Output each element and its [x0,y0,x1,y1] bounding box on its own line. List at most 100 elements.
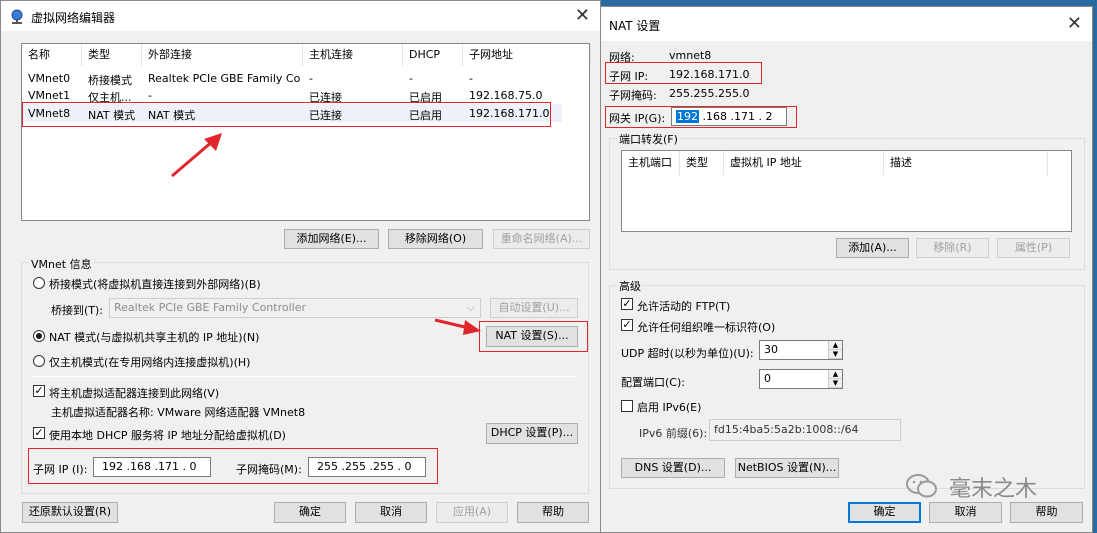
cell-external: - [148,89,152,102]
subnet-ip-label: 子网 IP (I): [33,463,88,476]
wechat-icon [905,472,939,503]
subnet-mask-field[interactable]: 255 .255 .255 . 0 [308,457,426,477]
allow-ftp-checkbox[interactable]: ✓ [621,298,633,310]
host-only-label[interactable]: 仅主机模式(在专用网络内连接虚拟机)(H) [49,354,250,370]
apply-button[interactable]: 应用(A) [436,502,508,523]
ipv6-prefix-label: IPv6 前缀(6): [639,427,708,440]
network-label: 网络: [609,51,635,64]
enable-ipv6-label[interactable]: 启用 IPv6(E) [637,399,701,415]
divider [31,376,577,377]
table-row[interactable]: VMnet0 桥接模式 Realtek PCIe GBE Family Co..… [22,70,589,87]
cell-subnet: 192.168.75.0 [469,89,543,102]
cell-host: 已连接 [309,109,342,122]
column-header-type[interactable]: 类型 [680,151,724,175]
network-app-icon [9,9,25,28]
column-header-type[interactable]: 类型 [82,44,142,66]
gateway-label: 网关 IP(G): [609,112,666,125]
allow-uid-checkbox[interactable]: ✓ [621,319,633,331]
gateway-ip-field[interactable]: 192 .168 .171 . 2 [671,107,787,126]
restore-defaults-button[interactable]: 还原默认设置(R) [22,502,118,523]
use-dhcp-checkbox[interactable]: ✓ [33,427,45,439]
nat-settings-button[interactable]: NAT 设置(S)... [486,326,578,347]
adapter-name-text: 主机虚拟适配器名称: VMware 网络适配器 VMnet8 [51,406,306,419]
properties-button[interactable]: 属性(P) [997,238,1070,258]
column-header-description[interactable]: 描述 [884,151,1048,175]
cancel-button[interactable]: 取消 [355,502,427,523]
host-only-radio[interactable] [33,355,45,367]
cell-subnet: 192.168.171.0 [469,107,550,120]
ipv6-prefix-field[interactable]: fd15:4ba5:5a2b:1008::/64 [709,419,901,441]
subnet-mask-value: 255.255.255.0 [669,87,750,100]
virtual-network-editor-window: 虚拟网络编辑器 ✕ 名称 类型 外部连接 主机连接 DHCP 子网地址 VMne… [0,0,601,533]
port-forward-list[interactable]: 主机端口 类型 虚拟机 IP 地址 描述 [621,150,1072,232]
cell-name: VMnet8 [28,107,71,120]
config-port-label: 配置端口(C): [621,376,685,389]
add-network-button[interactable]: 添加网络(E)... [284,229,379,249]
bridged-to-select[interactable]: Realtek PCIe GBE Family Controller ⌵ [109,298,481,318]
ok-button[interactable]: 确定 [274,502,346,523]
cell-dhcp: 已启用 [409,109,442,122]
column-header-external[interactable]: 外部连接 [142,44,303,66]
connect-adapter-checkbox[interactable]: ✓ [33,385,45,397]
table-row-selected[interactable]: VMnet8 NAT 模式 NAT 模式 已连接 已启用 192.168.171… [22,104,562,122]
bridged-to-label: 桥接到(T): [51,304,104,317]
cancel-button[interactable]: 取消 [929,502,1002,523]
bridge-mode-label[interactable]: 桥接模式(将虚拟机直接连接到外部网络)(B) [49,276,261,292]
cell-type: 仅主机... [88,91,132,104]
network-list[interactable]: 名称 类型 外部连接 主机连接 DHCP 子网地址 VMnet0 桥接模式 Re… [21,43,591,221]
cell-host: - [309,72,313,85]
subnet-ip-label: 子网 IP: [609,70,649,83]
allow-ftp-label[interactable]: 允许活动的 FTP(T) [637,298,730,314]
help-button[interactable]: 帮助 [517,502,589,523]
nat-mode-label[interactable]: NAT 模式(与虚拟机共享主机的 IP 地址)(N) [49,329,259,345]
remove-network-button[interactable]: 移除网络(O) [388,229,483,249]
dhcp-settings-button[interactable]: DHCP 设置(P)... [486,423,578,444]
allow-uid-label[interactable]: 允许任何组织唯一标识符(O) [637,319,775,335]
udp-timeout-input[interactable]: 30 ▲ ▼ [759,340,843,360]
nat-mode-radio[interactable] [33,330,45,342]
window-title: NAT 设置 [609,19,661,33]
cell-dhcp: 已启用 [409,91,442,104]
udp-timeout-spinner[interactable]: ▲ ▼ [828,341,842,359]
network-value: vmnet8 [669,49,712,62]
column-header-name[interactable]: 名称 [22,44,82,66]
dns-settings-button[interactable]: DNS 设置(D)... [621,458,725,478]
auto-settings-button[interactable]: 自动设置(U)... [490,298,578,318]
watermark-text: 毫末之木 [949,477,1038,502]
subnet-ip-field[interactable]: 192 .168 .171 . 0 [93,457,211,477]
remove-button[interactable]: 移除(R) [916,238,989,258]
title-bar: NAT 设置 ✕ [601,7,1092,41]
column-header-subnet[interactable]: 子网地址 [463,44,591,66]
ok-button[interactable]: 确定 [848,502,921,523]
cell-type: 桥接模式 [88,74,132,87]
enable-ipv6-checkbox[interactable] [621,400,633,412]
config-port-spinner[interactable]: ▲ ▼ [828,370,842,388]
cell-name: VMnet0 [28,72,71,85]
close-icon[interactable]: ✕ [575,7,590,25]
column-header-vm-ip[interactable]: 虚拟机 IP 地址 [724,151,884,175]
column-header-host[interactable]: 主机连接 [303,44,403,66]
port-forward-label: 端口转发(F) [617,131,680,147]
nat-settings-window: NAT 设置 ✕ 网络: vmnet8 子网 IP: 192.168.171.0… [600,6,1093,533]
connect-adapter-label[interactable]: 将主机虚拟适配器连接到此网络(V) [49,385,219,401]
config-port-input[interactable]: 0 ▲ ▼ [759,369,843,389]
column-header-host-port[interactable]: 主机端口 [622,151,680,175]
help-button[interactable]: 帮助 [1010,502,1083,523]
gateway-ip-rest: .168 .171 . 2 [699,110,773,123]
vmnet-info-label: VMnet 信息 [29,256,94,272]
cell-type: NAT 模式 [88,109,136,122]
gateway-ip-selected-octet: 192 [676,110,699,123]
table-row[interactable]: VMnet1 仅主机... - 已连接 已启用 192.168.75.0 [22,87,589,104]
rename-network-button[interactable]: 重命名网络(A)... [493,229,590,249]
title-bar: 虚拟网络编辑器 ✕ [1,1,600,31]
bridge-mode-radio[interactable] [33,277,45,289]
add-button[interactable]: 添加(A)... [836,238,909,258]
udp-timeout-label: UDP 超时(以秒为单位)(U): [621,347,754,360]
udp-timeout-value: 30 [764,343,778,356]
column-header-dhcp[interactable]: DHCP [403,44,463,66]
netbios-settings-button[interactable]: NetBIOS 设置(N)... [735,458,839,478]
bridged-to-value: Realtek PCIe GBE Family Controller [114,301,307,314]
use-dhcp-label[interactable]: 使用本地 DHCP 服务将 IP 地址分配给虚拟机(D) [49,427,286,443]
close-icon[interactable]: ✕ [1067,15,1082,33]
pointer-arrow-icon [434,318,481,335]
